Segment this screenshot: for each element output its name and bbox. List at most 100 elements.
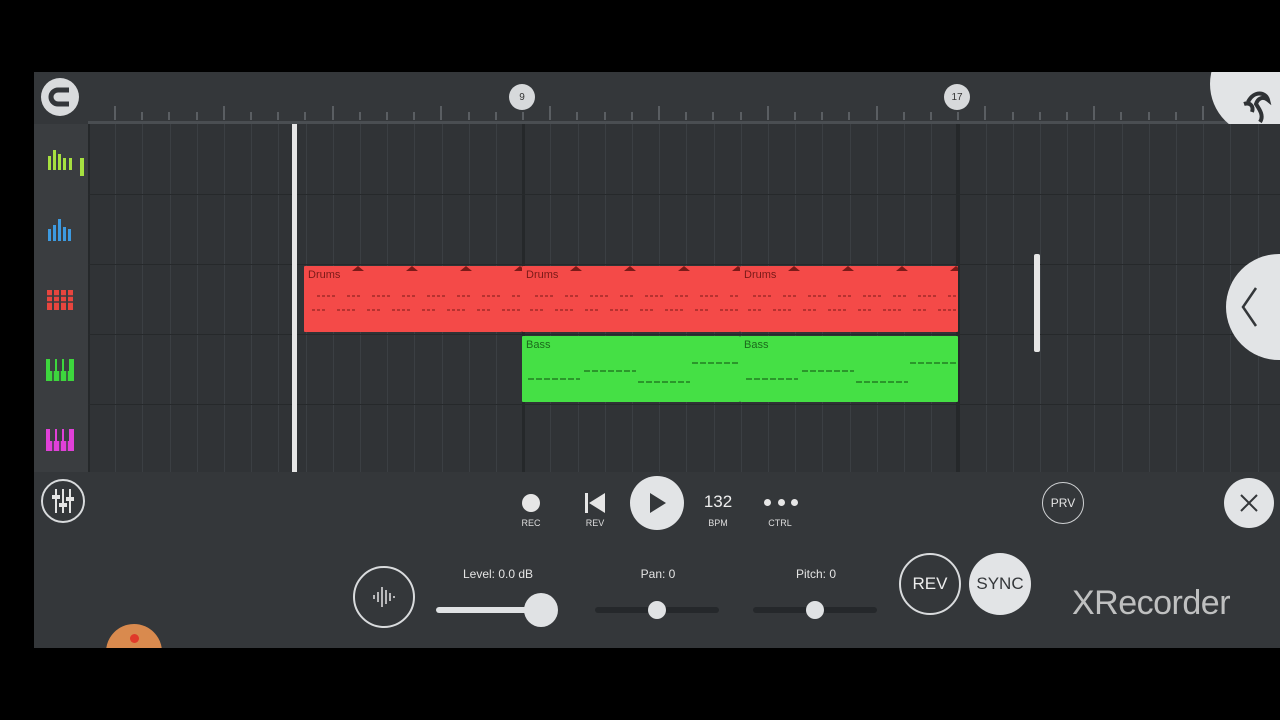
fruit-logo-icon [1243,91,1272,124]
magnet-icon [48,87,69,107]
grid-line [1121,124,1123,472]
ruler-tick [467,112,470,120]
ruler-tick [875,106,878,120]
drum-pattern-preview [530,266,740,311]
grid-line [1148,124,1150,472]
grid-line [142,124,144,472]
ruler-tick [902,112,905,120]
ruler-tick [358,112,361,120]
mixer-icon [52,489,74,513]
rec-label: REC [521,518,541,528]
prv-button[interactable]: PRV [1042,482,1084,524]
ruler-tick [576,112,579,120]
close-icon [1240,494,1258,512]
ruler-tick [440,106,443,120]
grid-line [1012,124,1014,472]
bpm-value[interactable]: 132 [698,492,738,512]
ruler-tick [1093,106,1096,120]
grid-line [115,124,117,472]
pitch-slider-knob[interactable] [806,601,824,619]
ruler-tick [304,112,307,120]
ruler-tick [1066,112,1068,120]
bass-clip[interactable]: Bass [522,336,740,402]
ruler-tick [277,112,280,120]
level-slider-knob[interactable] [524,593,558,627]
reverse-button[interactable]: REV [899,553,961,615]
ruler-tick [222,106,225,120]
track-level-indicator [80,158,84,176]
grid-line [1203,124,1205,472]
pan-label: Pan: 0 [640,567,676,581]
grid-line [985,124,987,472]
recorder-bubble[interactable] [106,624,162,648]
play-icon [650,493,666,513]
record-dot-icon [130,634,139,643]
bpm-label: BPM [708,518,728,528]
chevron-left-icon [1241,287,1258,327]
ruler-tick [658,106,660,120]
ruler-tick [168,112,171,120]
record-button[interactable] [522,494,540,512]
ruler-tick [250,112,252,120]
ctrl-label: CTRL [768,518,792,528]
playhead[interactable] [292,124,297,472]
grid-line [958,124,961,472]
bar-meter-icon[interactable] [46,217,74,243]
piano-keys-icon[interactable] [46,357,74,383]
ruler-tick [1120,112,1123,120]
ruler-tick [739,112,742,120]
play-button[interactable] [630,476,684,530]
ruler-tick [984,106,987,120]
ruler-tick [522,112,524,120]
ruler-tick [821,112,824,120]
timeline-ruler[interactable]: 9 17 [88,72,1280,124]
bass-clip[interactable]: Bass [740,336,958,402]
bar-meter-icon[interactable] [46,146,74,172]
playlist-grid[interactable]: Drums Drums Drums Bass Bass [88,124,1280,472]
ruler-tick [1147,112,1150,120]
ruler-tick [195,112,198,120]
grid-line [1176,124,1177,472]
ruler-tick [1174,112,1177,120]
ruler-tick [685,112,688,120]
grid-line [1040,124,1041,472]
drums-clip[interactable]: Drums [740,266,958,332]
bar-marker-9[interactable]: 9 [509,84,535,110]
rev-label: REV [585,518,605,528]
ruler-tick [957,112,960,120]
ruler-tick [141,112,144,120]
pitch-label: Pitch: 0 [795,567,837,581]
grid-line [1094,124,1096,472]
grid-line [251,124,253,472]
mixer-button[interactable] [41,479,85,523]
grid-line [1067,124,1069,472]
drums-clip[interactable]: Drums [304,266,522,332]
ruler-tick [603,112,606,120]
close-button[interactable] [1224,478,1274,528]
ruler-tick [630,112,633,120]
ruler-tick [549,106,552,120]
ruler-tick [413,112,416,120]
drum-pattern-preview [312,266,522,311]
waveform-button[interactable] [353,566,415,628]
waveform-icon [373,587,395,607]
bar-marker-17[interactable]: 17 [944,84,970,110]
grid-line [88,124,90,472]
piano-keys-icon[interactable] [46,427,74,453]
fl-studio-mobile-app: 9 17 Drums Drums Drums Bass Bass REC REV… [34,72,1280,648]
drums-clip[interactable]: Drums [522,266,740,332]
loop-end-handle[interactable] [1034,254,1040,352]
rewind-icon[interactable] [583,492,607,514]
track-sidebar [34,124,88,472]
sync-button[interactable]: SYNC [969,553,1031,615]
pan-slider-knob[interactable] [648,601,666,619]
ruler-tick [494,112,497,120]
grid-line [196,124,198,472]
ruler-tick [712,112,715,120]
grid-line [224,124,225,472]
ruler-tick [331,106,334,120]
more-options-icon[interactable] [764,499,798,507]
magnet-snap-button[interactable] [41,78,79,116]
xrecorder-watermark: XRecorder [1072,584,1231,622]
drum-pad-icon[interactable] [46,287,74,313]
